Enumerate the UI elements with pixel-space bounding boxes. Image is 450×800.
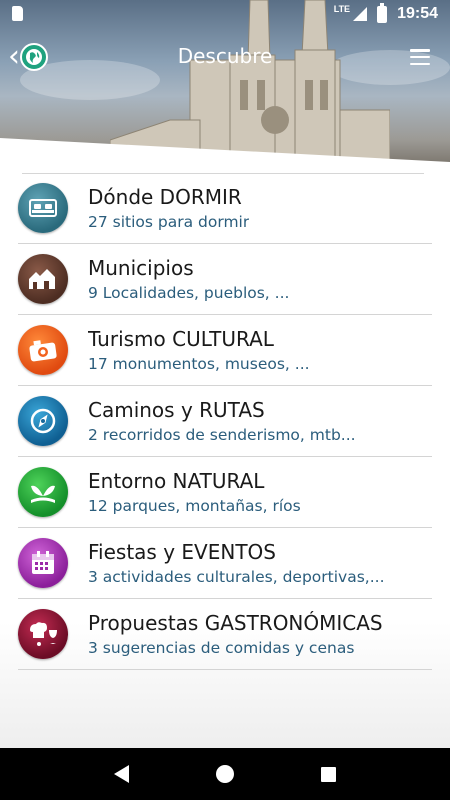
item-title: Propuestas GASTRONÓMICAS <box>88 611 383 635</box>
item-subtitle: 27 sitios para dormir <box>88 213 250 231</box>
item-title: Dónde DORMIR <box>88 185 242 209</box>
list-item-rutas[interactable]: Caminos y RUTAS 2 recorridos de senderis… <box>18 386 432 457</box>
item-subtitle: 2 recorridos de senderismo, mtb... <box>88 426 356 444</box>
clock: 19:54 <box>397 5 438 22</box>
plant-icon <box>18 467 68 517</box>
category-list: Dónde DORMIR 27 sitios para dormir Munic… <box>18 173 432 670</box>
battery-icon <box>377 2 388 23</box>
nav-back-icon[interactable] <box>113 765 129 783</box>
item-subtitle: 3 actividades culturales, deportivas,... <box>88 568 385 586</box>
bed-icon <box>18 183 68 233</box>
sd-card-icon <box>12 6 23 21</box>
list-item-dormir[interactable]: Dónde DORMIR 27 sitios para dormir <box>18 173 432 244</box>
compass-icon <box>18 396 68 446</box>
item-subtitle: 3 sugerencias de comidas y cenas <box>88 639 355 657</box>
food-icon <box>18 609 68 659</box>
item-title: Caminos y RUTAS <box>88 398 265 422</box>
item-subtitle: 9 Localidades, pueblos, ... <box>88 284 290 302</box>
status-bar: LTE 19:54 <box>0 0 450 28</box>
nav-recents-icon[interactable] <box>321 766 337 782</box>
item-title: Turismo CULTURAL <box>88 327 274 351</box>
item-subtitle: 17 monumentos, museos, ... <box>88 355 310 373</box>
hamburger-menu-icon[interactable] <box>410 49 430 65</box>
network-label: LTE <box>333 4 351 14</box>
page-title: Descubre <box>177 44 273 68</box>
signal-icon <box>353 7 368 21</box>
calendar-icon <box>18 538 68 588</box>
list-item-cultural[interactable]: Turismo CULTURAL 17 monumentos, museos, … <box>18 315 432 386</box>
item-title: Fiestas y EVENTOS <box>88 540 276 564</box>
app-toolbar: ‹ Descubre <box>0 38 450 78</box>
list-item-municipios[interactable]: Municipios 9 Localidades, pueblos, ... <box>18 244 432 315</box>
list-item-natural[interactable]: Entorno NATURAL 12 parques, montañas, rí… <box>18 457 432 528</box>
camera-icon <box>18 325 68 375</box>
list-item-gastronomicas[interactable]: Propuestas GASTRONÓMICAS 3 sugerencias d… <box>18 599 432 670</box>
item-subtitle: 12 parques, montañas, ríos <box>88 497 301 515</box>
item-title: Municipios <box>88 256 194 280</box>
list-item-eventos[interactable]: Fiestas y EVENTOS 3 actividades cultural… <box>18 528 432 599</box>
nav-home-icon[interactable] <box>215 765 234 783</box>
item-title: Entorno NATURAL <box>88 469 265 493</box>
android-nav-bar <box>0 748 450 800</box>
houses-icon <box>18 254 68 304</box>
